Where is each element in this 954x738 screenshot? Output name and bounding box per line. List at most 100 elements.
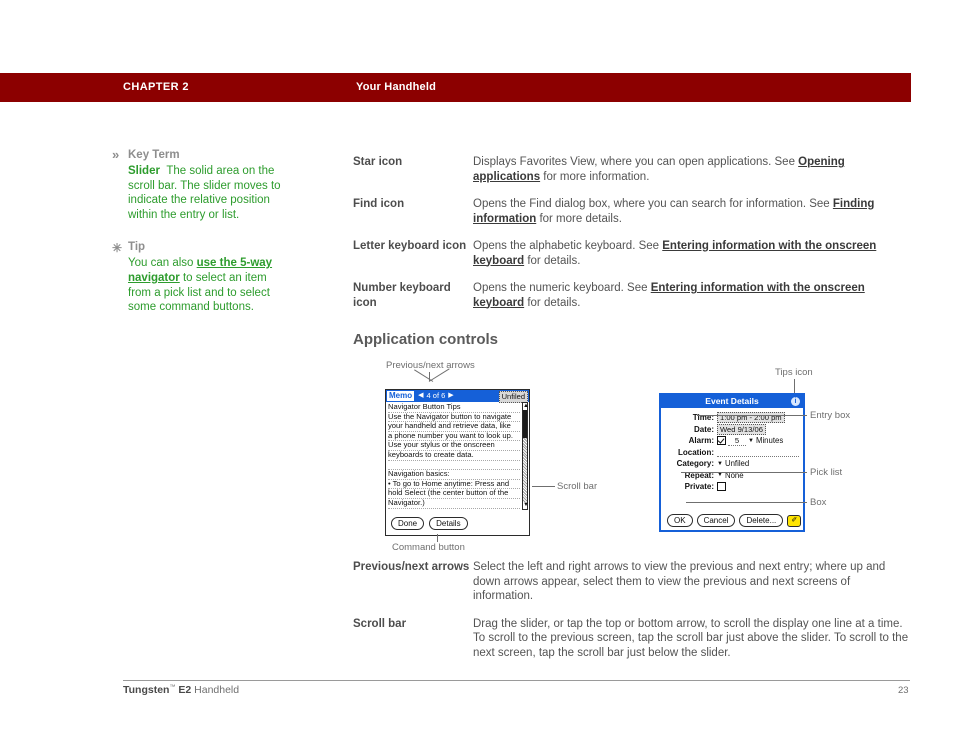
field-label: Location: [678, 447, 714, 457]
private-checkbox[interactable] [717, 482, 726, 492]
memo-line: Navigator Button Tips [388, 403, 520, 413]
dialog-title-bar: Event Details i [661, 395, 803, 408]
cancel-button[interactable]: Cancel [696, 514, 736, 527]
alarm-checkbox[interactable] [717, 436, 726, 446]
callout-entry-box: Entry box [810, 410, 851, 421]
field-value: 5 ▼ Minutes [717, 436, 799, 446]
memo-app-tab[interactable]: Memo [387, 391, 415, 401]
memo-command-buttons: Done Details [386, 512, 529, 535]
footer-product-rest: Handheld [191, 684, 240, 696]
scroll-down-arrow-icon[interactable]: ▼ [523, 502, 529, 509]
footer-product-bold: Tungsten [123, 684, 170, 696]
alarm-amount-field[interactable]: 5 [728, 436, 746, 446]
previous-arrow-icon[interactable]: ◀ [418, 391, 423, 401]
desc-part-2: for more details. [536, 212, 622, 225]
footer-product-name: Tungsten™ E2 Handheld [123, 684, 239, 696]
details-button[interactable]: Details [429, 517, 468, 530]
scrollbar[interactable]: ▲ ▼ [522, 402, 529, 510]
chapter-title: Your Handheld [356, 81, 437, 93]
definition-row: Star icon Displays Favorites View, where… [353, 155, 913, 184]
callout-tips-icon: Tips icon [775, 367, 813, 378]
asterisk-icon: ✳ [112, 241, 123, 256]
memo-line: Navigator.) [388, 499, 520, 509]
field-label: Private: [684, 482, 714, 492]
sidebar-block-tip: ✳ Tip You can also use the 5-way navigat… [112, 240, 287, 314]
callout-previous-next-arrows: Previous/next arrows [386, 360, 475, 371]
definition-description: Select the left and right arrows to view… [473, 561, 886, 602]
sidebar-block-key-term: » Key Term Slider The solid area on the … [112, 148, 287, 222]
memo-record-nav: ◀ 4 of 6 ▶ [418, 391, 454, 401]
memo-line: a phone number you want to look up. [388, 432, 520, 442]
delete-button[interactable]: Delete... [739, 514, 784, 527]
dialog-buttons: OK Cancel Delete... ✐ [661, 514, 803, 527]
sidebar-heading-key-term: Key Term [128, 149, 180, 161]
icon-definition-list: Star icon Displays Favorites View, where… [353, 155, 913, 323]
page-number: 23 [898, 685, 909, 696]
definition-term: Star icon [353, 156, 403, 168]
definition-row: Letter keyboard icon Opens the alphabeti… [353, 239, 913, 268]
event-details-dialog: Event Details i Time: 1:00 pm - 2:00 pm … [659, 393, 805, 532]
field-row-location: Location: [665, 447, 799, 459]
chevron-down-icon[interactable]: ▼ [717, 472, 723, 478]
record-counter: 4 of 6 [426, 391, 446, 400]
tips-icon[interactable]: i [791, 397, 800, 406]
field-value: 1:00 pm - 2:00 pm [717, 412, 799, 424]
next-arrow-icon[interactable]: ▶ [448, 391, 453, 401]
memo-line: hold Select (the center button of the [388, 489, 520, 499]
note-icon[interactable]: ✐ [787, 514, 802, 527]
definition-description: Displays Favorites View, where you can o… [473, 155, 913, 184]
application-controls-figure: Previous/next arrows Memo ◀ 4 of 6 ▶ Unf… [353, 360, 913, 553]
date-entry-box[interactable]: Wed 9/13/06 [717, 423, 766, 435]
time-entry-box[interactable]: 1:00 pm - 2:00 pm [717, 412, 785, 424]
control-definition-list: Previous/next arrows Select the left and… [353, 560, 913, 673]
definition-row: Find icon Opens the Find dialog box, whe… [353, 197, 913, 226]
callout-command-button: Command button [392, 542, 465, 553]
definition-term: Number keyboard icon [353, 282, 451, 309]
field-row-date: Date: Wed 9/13/06 [665, 423, 799, 436]
definition-term: Scroll bar [353, 617, 407, 630]
desc-part-2: for details. [524, 296, 581, 309]
desc-part-1: Opens the alphabetic keyboard. See [473, 240, 663, 252]
definition-description: Opens the numeric keyboard. See Entering… [473, 281, 913, 310]
definition-term: Letter keyboard icon [353, 240, 467, 252]
memo-title-bar: Memo ◀ 4 of 6 ▶ Unfiled [386, 390, 529, 403]
sidebar-heading-tip: Tip [128, 241, 146, 254]
memo-line: Use your stylus or the onscreen [388, 441, 520, 451]
field-row-private: Private: [665, 481, 799, 493]
memo-line: Navigation basics: [388, 470, 520, 480]
memo-line: • To go to Home anytime: Press and [388, 480, 520, 490]
chevron-down-icon[interactable]: ▼ [717, 461, 723, 467]
chapter-label: CHAPTER 2 [123, 81, 189, 93]
page-section-title: Application controls [353, 331, 499, 348]
memo-line: keyboards to create data. [388, 451, 520, 461]
definition-row: Previous/next arrows Select the left and… [353, 560, 913, 604]
memo-line: your handheld and retrieve data, like [388, 422, 520, 432]
chevron-double-right-icon: » [112, 147, 120, 162]
memo-line [388, 461, 520, 471]
category-pick-list[interactable]: Unfiled [725, 459, 749, 468]
definition-term: Previous/next arrows [353, 561, 470, 573]
scrollbar-slider[interactable] [523, 410, 527, 438]
memo-text-body[interactable]: Navigator Button Tips Use the Navigator … [386, 402, 529, 512]
sidebar-body-key-term: Slider The solid area on the scroll bar.… [128, 164, 287, 222]
definition-description: Drag the slider, or tap the top or botto… [473, 617, 909, 659]
definition-term: Find icon [353, 198, 405, 210]
alarm-unit-label: Minutes [755, 436, 784, 446]
field-value [717, 482, 799, 492]
leader-line [532, 486, 555, 487]
footer-divider [123, 680, 910, 681]
done-button[interactable]: Done [391, 517, 425, 530]
callout-scroll-bar: Scroll bar [557, 481, 598, 492]
definition-description: Opens the alphabetic keyboard. See Enter… [473, 239, 913, 268]
leader-line [681, 472, 807, 473]
desc-part-1: Displays Favorites View, where you can o… [473, 156, 799, 168]
memo-line: Use the Navigator button to navigate [388, 413, 520, 423]
callout-pick-list: Pick list [810, 467, 843, 478]
scroll-up-arrow-icon[interactable]: ▲ [523, 403, 529, 410]
leader-line [437, 534, 438, 542]
ok-button[interactable]: OK [667, 514, 693, 527]
chevron-down-icon[interactable]: ▼ [748, 438, 754, 444]
location-entry-line[interactable] [717, 447, 799, 458]
field-value: ▼ Unfiled [717, 459, 799, 468]
definition-row: Number keyboard icon Opens the numeric k… [353, 281, 913, 310]
